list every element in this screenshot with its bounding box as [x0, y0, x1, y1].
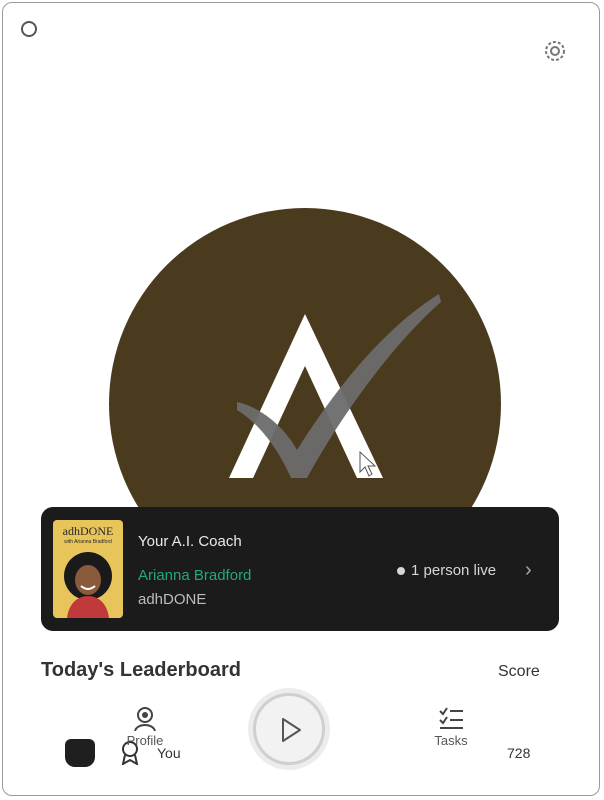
nav-tasks[interactable]: Tasks — [419, 705, 483, 748]
profile-icon — [134, 707, 156, 731]
score-column-label: Score — [498, 663, 540, 680]
leaderboard-row-score: 728 — [507, 745, 531, 761]
episode-title: Your A.I. Coach — [138, 533, 242, 550]
live-status: 1 person live — [397, 562, 496, 579]
now-playing-card[interactable]: adhDONE with Arianna Bradford Your A.I. … — [41, 507, 559, 631]
host-portrait — [64, 552, 112, 618]
bottom-area: You 728 Profile Tasks — [3, 693, 599, 795]
play-button[interactable] — [253, 693, 325, 765]
app-window: adhDONE with Arianna Bradford Your A.I. … — [2, 2, 600, 796]
chevron-right-icon[interactable]: › — [525, 559, 532, 582]
tasks-list-icon — [439, 707, 463, 729]
nav-tasks-label: Tasks — [434, 733, 468, 748]
gear-icon[interactable] — [541, 37, 569, 65]
live-count: 1 person live — [411, 562, 497, 579]
nav-profile[interactable]: Profile — [113, 705, 177, 748]
live-dot-icon — [397, 566, 405, 575]
host-name[interactable]: Arianna Bradford — [138, 567, 251, 584]
window-circle-icon[interactable] — [21, 21, 37, 37]
podcast-cover: adhDONE with Arianna Bradford — [53, 520, 123, 618]
show-name: adhDONE — [138, 591, 207, 608]
user-avatar — [65, 739, 95, 767]
leaderboard-title: Today's Leaderboard — [41, 659, 241, 681]
play-icon — [282, 718, 301, 742]
nav-profile-label: Profile — [126, 733, 164, 748]
